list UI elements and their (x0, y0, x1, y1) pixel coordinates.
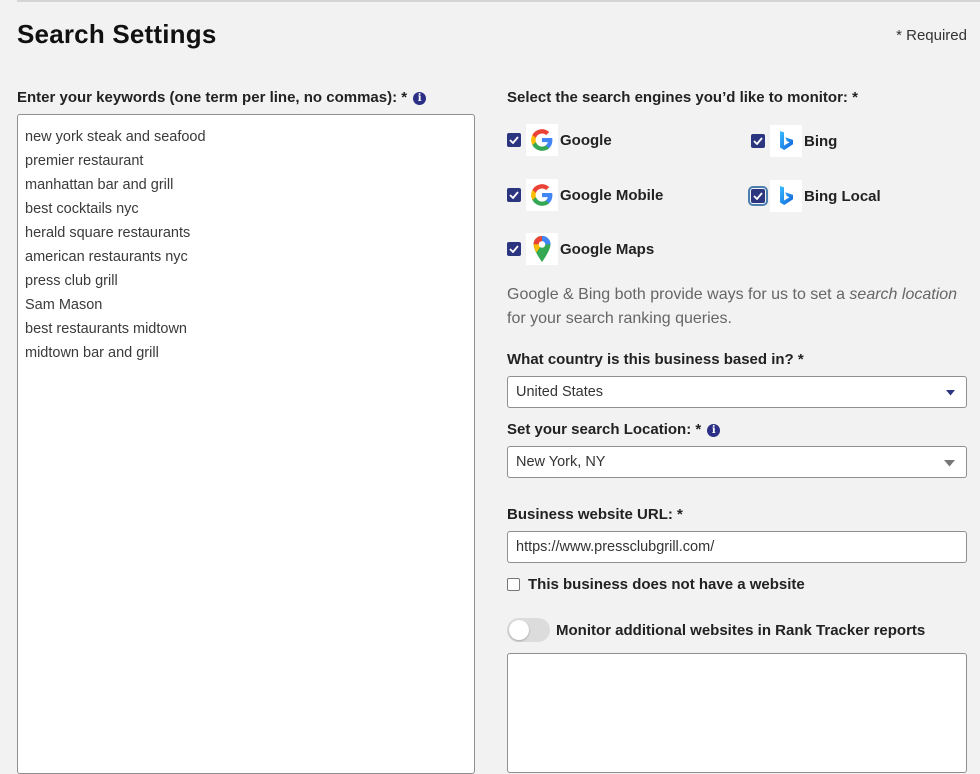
additional-websites-textarea[interactable] (507, 653, 967, 773)
keyword-line: american restaurants nyc (25, 249, 188, 265)
engine-bing-local-label: Bing Local (804, 187, 881, 205)
keywords-list: new york steak and seafood premier resta… (18, 115, 474, 365)
monitor-websites-option[interactable]: Monitor additional websites in Rank Trac… (507, 618, 925, 642)
engine-bing-checkbox[interactable] (751, 134, 765, 148)
website-label: Business website URL: * (507, 506, 683, 523)
info-icon[interactable]: i (413, 92, 427, 105)
keyword-line: manhattan bar and grill (25, 177, 174, 193)
country-select-value: United States (516, 384, 604, 400)
engine-google-maps[interactable]: Google Maps (507, 233, 654, 265)
top-divider (17, 0, 980, 2)
country-label: What country is this business based in? … (507, 351, 804, 368)
keyword-line: herald square restaurants (25, 225, 191, 241)
engine-bing-label: Bing (804, 132, 838, 150)
keyword-line: Sam Mason (25, 297, 103, 313)
engine-bing-local-checkbox[interactable] (748, 186, 768, 206)
keyword-line: midtown bar and grill (25, 345, 159, 361)
keyword-line: premier restaurant (25, 153, 144, 169)
google-icon (526, 179, 558, 211)
engine-google-mobile-label: Google Mobile (560, 186, 664, 204)
engine-google-checkbox[interactable] (507, 133, 521, 147)
help-text-emphasis: search location (849, 286, 958, 303)
keyword-line: press club grill (25, 273, 118, 289)
engine-bing[interactable]: Bing (751, 125, 837, 157)
keywords-textarea[interactable]: new york steak and seafood premier resta… (17, 114, 475, 774)
page-title: Search Settings (17, 19, 217, 49)
engines-label: Select the search engines you’d like to … (507, 89, 858, 106)
keywords-label-text: Enter your keywords (one term per line, … (17, 89, 408, 106)
required-note: * Required (896, 27, 967, 44)
google-maps-pin-icon (526, 233, 558, 265)
keyword-line: new york steak and seafood (25, 129, 206, 145)
no-website-label: This business does not have a website (528, 575, 805, 593)
location-select[interactable]: New York, NY (507, 446, 967, 478)
bing-icon (770, 125, 802, 157)
bing-icon (770, 180, 802, 212)
caret-down-icon (946, 390, 955, 396)
location-label-text: Set your search Location: * (507, 421, 702, 438)
no-website-option[interactable]: This business does not have a website (507, 575, 805, 593)
country-select[interactable]: United States (507, 376, 967, 408)
caret-down-icon (944, 460, 955, 467)
engine-google-label: Google (560, 131, 612, 149)
no-website-checkbox[interactable] (507, 577, 520, 591)
location-label: Set your search Location: * i (507, 421, 721, 438)
engine-google-maps-label: Google Maps (560, 240, 655, 258)
monitor-websites-toggle[interactable] (507, 618, 550, 642)
google-icon (526, 124, 558, 156)
engine-bing-local[interactable]: Bing Local (748, 180, 881, 212)
monitor-websites-label: Monitor additional websites in Rank Trac… (556, 621, 926, 639)
search-location-help-text: Google & Bing both provide ways for us t… (507, 283, 967, 331)
engine-google-mobile[interactable]: Google Mobile (507, 179, 663, 211)
info-icon[interactable]: i (707, 424, 721, 437)
location-select-value: New York, NY (516, 454, 606, 470)
keywords-label: Enter your keywords (one term per line, … (17, 89, 427, 106)
keyword-line: best cocktails nyc (25, 201, 139, 217)
help-text-part: Google & Bing both provide ways for us t… (507, 286, 850, 303)
website-url-input[interactable] (507, 531, 967, 563)
engine-google[interactable]: Google (507, 124, 612, 156)
help-text-part: for your search ranking queries. (507, 310, 732, 327)
toggle-knob (509, 620, 529, 640)
keyword-line: best restaurants midtown (25, 321, 187, 337)
engine-google-mobile-checkbox[interactable] (507, 188, 521, 202)
engine-google-maps-checkbox[interactable] (507, 242, 521, 256)
